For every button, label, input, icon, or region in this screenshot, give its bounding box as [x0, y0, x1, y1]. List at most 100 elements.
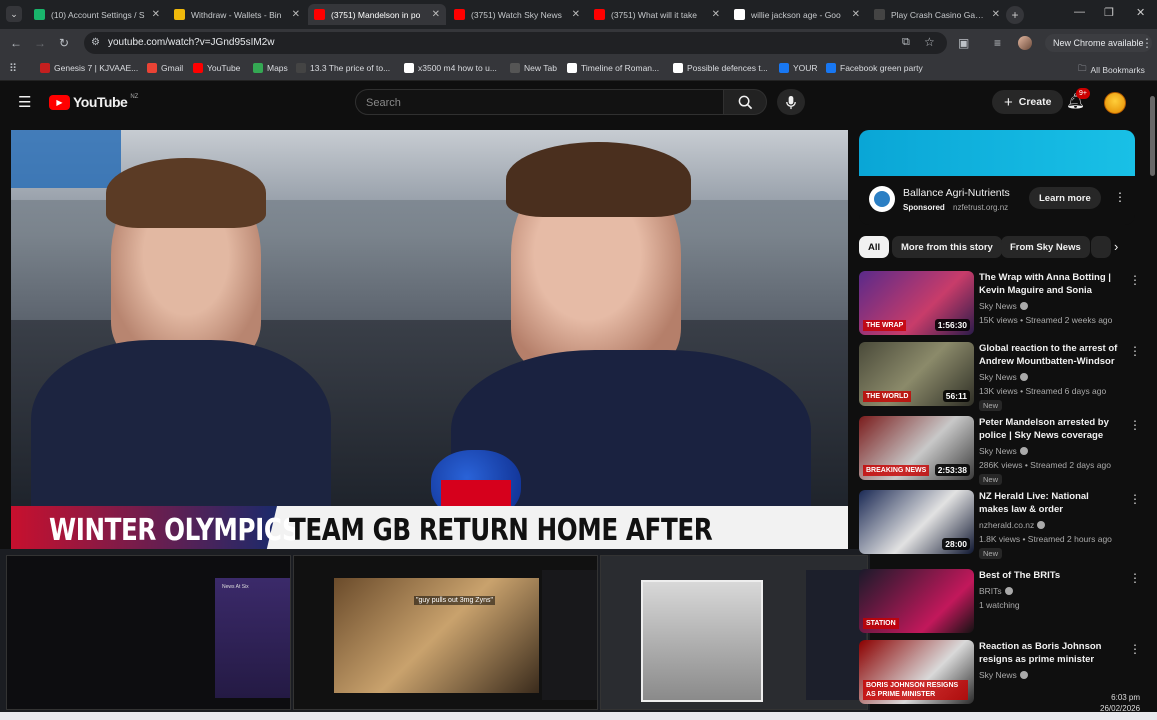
- ad-menu-icon[interactable]: ⋮: [1114, 190, 1126, 204]
- video-menu-icon[interactable]: ⋮: [1129, 571, 1141, 585]
- recommended-video[interactable]: THE WORLD 56:11 Global reaction to the arr…: [859, 342, 1149, 412]
- bookmark-item[interactable]: YOUR: [779, 63, 818, 73]
- search-input[interactable]: Search: [355, 89, 724, 115]
- account-avatar[interactable]: [1104, 92, 1126, 114]
- video-duration: 1:56:30: [934, 319, 970, 331]
- video-thumbnail[interactable]: STATION: [859, 569, 974, 633]
- sponsored-ad-card[interactable]: Ballance Agri-Nutrients Sponsored nzfetr…: [859, 130, 1135, 225]
- recommended-video[interactable]: STATION Best of The BRITs BRITs 1 watching ⋮: [859, 569, 1149, 639]
- bookmark-star-icon[interactable]: ☆: [924, 35, 935, 49]
- tab-close-icon[interactable]: ✕: [292, 9, 300, 20]
- browser-tab[interactable]: (3751) Mandelson in po ✕: [308, 4, 446, 25]
- tab-close-icon[interactable]: ✕: [572, 9, 580, 20]
- close-window-icon[interactable]: ✕: [1136, 6, 1145, 19]
- youtube-logo[interactable]: ▶ YouTube NZ: [49, 94, 138, 110]
- chip-all[interactable]: All: [859, 236, 890, 258]
- omnibox[interactable]: ⚙ youtube.com/watch?v=JGnd95sIM2w ⧉ ☆: [84, 32, 947, 54]
- recommended-video[interactable]: 28:00 NZ Herald Live: National makes law …: [859, 490, 1149, 560]
- channel-name-row[interactable]: Sky News: [979, 670, 1028, 680]
- tab-close-icon[interactable]: ✕: [432, 9, 440, 20]
- video-thumbnail[interactable]: THE WRAP 1:56:30: [859, 271, 974, 335]
- profile-avatar[interactable]: [1018, 36, 1032, 50]
- chip-from-sky-news[interactable]: From Sky News: [1001, 236, 1090, 258]
- search-button[interactable]: [723, 89, 767, 115]
- notifications-button[interactable]: 🔔︎ 9+: [1066, 88, 1090, 111]
- bookmark-item[interactable]: Timeline of Roman...: [567, 63, 659, 73]
- bookmark-item[interactable]: Genesis 7 | KJVAAE...: [40, 63, 138, 73]
- video-menu-icon[interactable]: ⋮: [1129, 273, 1141, 287]
- video-menu-icon[interactable]: ⋮: [1129, 642, 1141, 656]
- bookmark-item[interactable]: 13.3 The price of to...: [296, 63, 390, 73]
- bookmark-item[interactable]: Gmail: [147, 63, 183, 73]
- video-title[interactable]: Peter Mandelson arrested by police | Sky…: [979, 416, 1121, 442]
- forward-icon[interactable]: →: [34, 36, 46, 50]
- extensions-icon[interactable]: ▣: [958, 36, 969, 50]
- chevron-right-icon[interactable]: ›: [1114, 239, 1118, 254]
- recommended-video[interactable]: THE WRAP 1:56:30 The Wrap with Anna Bottin…: [859, 271, 1149, 341]
- page-scrollbar-thumb[interactable]: [1150, 96, 1155, 176]
- reading-icon[interactable]: ≡: [994, 36, 1001, 50]
- apps-icon[interactable]: ⠿: [9, 62, 17, 75]
- create-button[interactable]: + Create: [992, 90, 1064, 114]
- preview-window-1[interactable]: News At Six: [6, 555, 291, 710]
- video-title[interactable]: Reaction as Boris Johnson resigns as pri…: [979, 640, 1121, 666]
- browser-tab[interactable]: (10) Account Settings / S ✕: [28, 4, 166, 25]
- site-info-icon[interactable]: ⚙: [91, 37, 100, 48]
- channel-name-row[interactable]: nzherald.co.nz: [979, 520, 1046, 530]
- browser-tab[interactable]: Play Crash Casino Game ✕: [868, 4, 1006, 25]
- browser-tab[interactable]: (3751) What will it take ✕: [588, 4, 726, 25]
- tab-close-icon[interactable]: ✕: [852, 9, 860, 20]
- video-thumbnail[interactable]: BREAKING NEWS 2:53:38: [859, 416, 974, 480]
- browser-tab[interactable]: Withdraw - Wallets - Bin ✕: [168, 4, 306, 25]
- tab-search-button[interactable]: ⌄: [6, 6, 22, 22]
- ad-banner: [859, 130, 1135, 176]
- video-title[interactable]: Global reaction to the arrest of Andrew …: [979, 342, 1121, 368]
- video-title[interactable]: The Wrap with Anna Botting | Kevin Magui…: [979, 271, 1121, 297]
- install-app-icon[interactable]: ⧉: [902, 36, 910, 49]
- new-chrome-available-button[interactable]: New Chrome available: [1045, 34, 1152, 52]
- tab-close-icon[interactable]: ✕: [992, 9, 1000, 20]
- back-icon[interactable]: ←: [10, 36, 22, 50]
- browser-tab[interactable]: (3751) Watch Sky News ✕: [448, 4, 586, 25]
- video-menu-icon[interactable]: ⋮: [1129, 418, 1141, 432]
- bookmark-item[interactable]: New Tab: [510, 63, 557, 73]
- recommended-video[interactable]: BREAKING NEWS 2:53:38 Peter Mandelson arre…: [859, 416, 1149, 486]
- minimize-icon[interactable]: —: [1074, 6, 1085, 18]
- tab-close-icon[interactable]: ✕: [152, 9, 160, 20]
- tab-close-icon[interactable]: ✕: [712, 9, 720, 20]
- bookmark-item[interactable]: YouTube: [193, 63, 240, 73]
- bookmark-item[interactable]: x3500 m4 how to u...: [404, 63, 497, 73]
- video-player[interactable]: WINTER OLYMPICS TEAM GB RETURN HOME AFTE…: [11, 130, 848, 551]
- video-thumbnail[interactable]: 28:00: [859, 490, 974, 554]
- new-tab-button[interactable]: +: [1006, 6, 1024, 24]
- preview-window-2[interactable]: "guy pulls out 3mg Zyns": [293, 555, 598, 710]
- bookmark-label: Possible defences t...: [687, 63, 768, 73]
- page-scrollbar[interactable]: [1148, 86, 1156, 686]
- browser-tab[interactable]: willie jackson age - Goo ✕: [728, 4, 866, 25]
- bookmark-label: Timeline of Roman...: [581, 63, 660, 73]
- all-bookmarks[interactable]: 🗀 All Bookmarks: [1078, 63, 1145, 77]
- youtube-play-icon: ▶: [49, 94, 70, 110]
- chip-more-from-story[interactable]: More from this story: [892, 236, 1002, 258]
- video-title[interactable]: NZ Herald Live: National makes law & ord…: [979, 490, 1121, 516]
- voice-search-button[interactable]: [777, 89, 805, 115]
- channel-name-row[interactable]: Sky News: [979, 446, 1028, 456]
- channel-name-row[interactable]: BRITs: [979, 586, 1013, 596]
- video-title[interactable]: Best of The BRITs: [979, 569, 1121, 582]
- video-menu-icon[interactable]: ⋮: [1129, 492, 1141, 506]
- learn-more-button[interactable]: Learn more: [1029, 187, 1101, 209]
- restore-icon[interactable]: ❐: [1104, 6, 1114, 19]
- bookmark-item[interactable]: Maps: [253, 63, 288, 73]
- region-code: NZ: [130, 94, 139, 100]
- chrome-menu-icon[interactable]: ⋮: [1141, 36, 1153, 50]
- bookmark-item[interactable]: Possible defences t...: [673, 63, 768, 73]
- bookmark-item[interactable]: Facebook green party: [826, 63, 923, 73]
- video-thumbnail[interactable]: THE WORLD 56:11: [859, 342, 974, 406]
- reload-icon[interactable]: ↻: [59, 36, 69, 50]
- video-thumbnail[interactable]: BORIS JOHNSON RESIGNS AS PRIME MINISTER: [859, 640, 974, 704]
- hamburger-menu-icon[interactable]: ☰: [18, 93, 31, 111]
- channel-name-row[interactable]: Sky News: [979, 301, 1028, 311]
- video-menu-icon[interactable]: ⋮: [1129, 344, 1141, 358]
- preview-window-3[interactable]: [600, 555, 868, 710]
- channel-name-row[interactable]: Sky News: [979, 372, 1028, 382]
